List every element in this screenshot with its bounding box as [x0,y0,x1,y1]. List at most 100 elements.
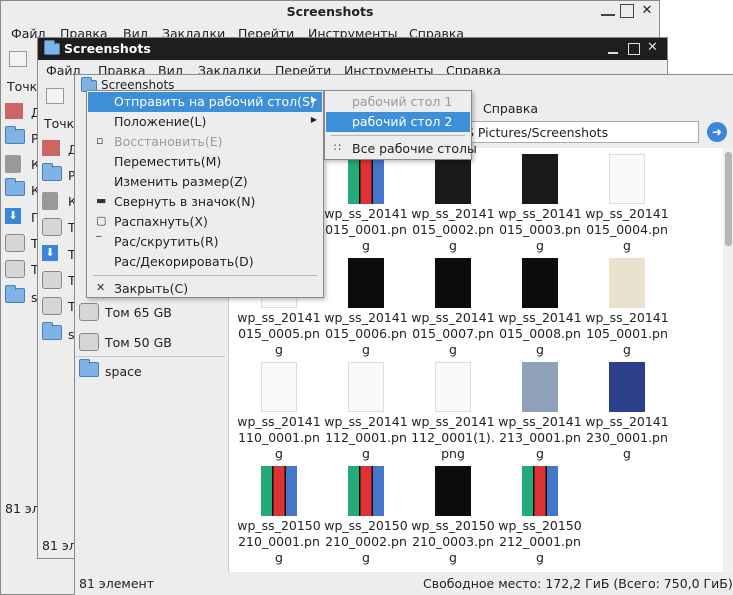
middle-points-label: Точк [44,116,75,131]
menu-separator [93,275,317,276]
file-name: wp_ss_20141230_0001.png [585,414,669,461]
home-icon [42,140,60,156]
file-name: wp_ss_20141105_0001.png [585,310,669,357]
location-path: S Pictures/Screenshots [466,125,609,140]
home-icon [5,103,23,119]
window-context-menu: Отправить на рабочий стол(S) ▶ Положение… [86,90,324,298]
menu-item-iconify[interactable]: ▬ Свернуть в значок(N) [88,192,322,212]
file-thumbnail [435,154,471,204]
file-name: wp_ss_20141112_0001(1).png [411,414,495,461]
submenu-all-desktops[interactable]: ∷ Все рабочие столы [326,139,477,159]
file-thumbnail [348,466,384,516]
status-free-space: Свободное место: 172,2 ГиБ (Всего: 750,0… [423,576,733,591]
go-icon[interactable]: ➜ [707,122,727,142]
folder-icon [79,359,99,377]
menu-item-maximize[interactable]: ▢ Распахнуть(X) [88,212,322,232]
file-item[interactable]: wp_ss_20141015_0006.png [322,258,410,362]
file-name: wp_ss_20150210_0002.png [324,518,408,565]
submenu-arrow-icon: ▶ [310,115,317,124]
close-icon[interactable]: ✕ [640,4,654,18]
menu-item-close[interactable]: ✕ Закрыть(C) [88,279,322,299]
all-desktops-icon: ∷ [334,141,341,154]
trash-icon [42,192,58,210]
file-item[interactable]: wp_ss_20141015_0008.png [496,258,584,362]
file-thumbnail [522,362,558,412]
maximize-icon: ▢ [96,214,107,227]
file-item[interactable]: wp_ss_20141213_0001.png [496,362,584,466]
drive-icon [79,303,99,321]
file-item[interactable]: wp_ss_20141110_0001.png [235,362,323,466]
new-tab-icon[interactable] [46,88,64,104]
file-name: wp_ss_20150212_0001.png [498,518,582,565]
drive-icon [42,271,62,289]
scrollbar-thumb[interactable] [725,152,732,246]
file-item[interactable]: wp_ss_20150210_0002.png [322,466,410,570]
file-thumbnail [435,466,471,516]
location-field[interactable]: S Pictures/Screenshots [463,121,699,143]
folder-icon [44,40,60,55]
submenu-desktop-1: рабочий стол 1 [352,94,453,109]
file-item[interactable]: wp_ss_20141015_0003.png [496,154,584,258]
menu-item-position[interactable]: Положение(L) ▶ [88,112,322,132]
trash-icon [5,155,21,173]
drive-icon [42,218,62,236]
file-item[interactable]: wp_ss_20141112_0001.png [322,362,410,466]
file-name: wp_ss_20141015_0004.png [585,206,669,253]
menu-item-shade[interactable]: ‾ Рас/скрутить(R) [88,232,322,252]
file-item[interactable]: wp_ss_20141105_0001.png [583,258,671,362]
file-name: wp_ss_20141213_0001.png [498,414,582,461]
file-item[interactable]: wp_ss_20141015_0001.png [322,154,410,258]
drive-icon [79,333,99,351]
file-name: wp_ss_20141015_0001.png [324,206,408,253]
submenu-desktop-2[interactable]: рабочий стол 2 [326,112,470,132]
file-item[interactable]: wp_ss_20141230_0001.png [583,362,671,466]
drive-icon [5,234,25,252]
file-item[interactable]: wp_ss_20141015_0002.png [409,154,497,258]
file-thumbnail [348,258,384,308]
folder-icon [5,285,25,303]
file-thumbnail [522,154,558,204]
file-item[interactable]: wp_ss_20150212_0001.png [496,466,584,570]
new-tab-icon[interactable] [9,51,27,67]
file-name: wp_ss_20141015_0003.png [498,206,582,253]
file-thumbnail [348,154,384,204]
iconify-icon: ▬ [96,194,107,207]
maximize-icon[interactable] [628,43,640,55]
menu-item-resize[interactable]: Изменить размер(Z) [88,172,322,192]
menu-item-decorate[interactable]: Рас/Декорировать(D) [88,252,322,272]
scrollbar[interactable] [723,148,733,572]
drive-icon [5,260,25,278]
file-thumbnail [609,258,645,308]
file-thumbnail [609,154,645,204]
close-icon[interactable]: ✕ [647,40,658,55]
file-name: wp_ss_20141015_0002.png [411,206,495,253]
file-item[interactable]: wp_ss_20150210_0001.png [235,466,323,570]
minimize-icon[interactable] [608,52,618,54]
maximize-icon[interactable] [620,4,634,18]
file-name: wp_ss_20150210_0001.png [237,518,321,565]
file-thumbnail [609,362,645,412]
file-name: wp_ss_20141015_0007.png [411,310,495,357]
middle-titlebar[interactable]: Screenshots ✕ [38,38,667,60]
file-name: wp_ss_20150210_0003.png [411,518,495,565]
folder-icon [5,178,25,196]
menu-item-move[interactable]: Переместить(M) [88,152,322,172]
minimize-icon[interactable] [601,4,615,16]
file-thumbnail [348,362,384,412]
file-item[interactable]: wp_ss_20141112_0001(1).png [409,362,497,466]
drive-icon [42,297,62,315]
file-item[interactable]: wp_ss_20141015_0007.png [409,258,497,362]
file-name: wp_ss_20141015_0008.png [498,310,582,357]
file-name: wp_ss_20141112_0001.png [324,414,408,461]
file-item[interactable]: wp_ss_20141015_0004.png [583,154,671,258]
menu-help[interactable]: Справка [483,101,538,116]
menu-item-restore: ▫ Восстановить(E) [96,134,223,149]
back-titlebar[interactable]: Screenshots ✕ [1,1,659,23]
file-thumbnail [261,466,297,516]
menu-item-send-to-desktop[interactable]: Отправить на рабочий стол(S) ▶ [88,92,322,112]
file-thumbnail [261,362,297,412]
back-window-title: Screenshots [286,4,374,19]
file-name: wp_ss_20141015_0006.png [324,310,408,357]
restore-icon: ▫ [96,134,104,147]
file-item[interactable]: wp_ss_20150210_0003.png [409,466,497,570]
